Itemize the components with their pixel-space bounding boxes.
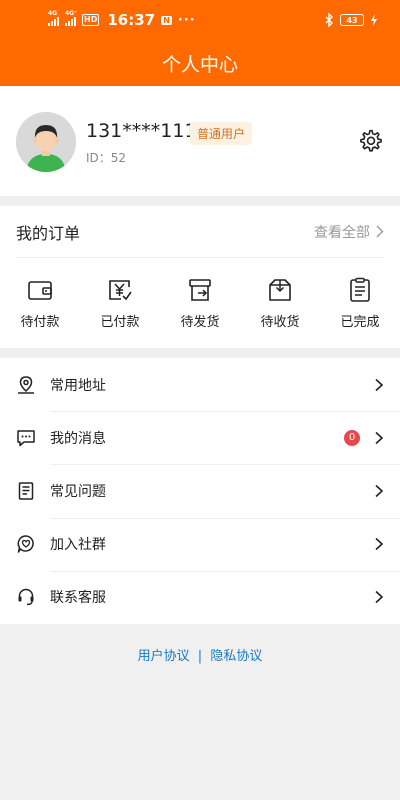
- bluetooth-icon: [325, 13, 333, 27]
- user-level-badge: 普通用户: [190, 122, 253, 145]
- menu-item-faq[interactable]: 常见问题: [0, 464, 400, 517]
- ship-box-icon: [189, 278, 211, 301]
- settings-gear-icon[interactable]: [358, 128, 384, 154]
- status-time: 16:37: [107, 11, 156, 29]
- completed-doc-icon: [350, 277, 370, 302]
- faq-doc-icon: [18, 482, 34, 500]
- charging-icon: [371, 14, 377, 26]
- menu-item-community[interactable]: 加入社群: [0, 517, 400, 571]
- order-awaiting-receipt[interactable]: 待收货: [240, 258, 320, 348]
- order-awaiting-shipment[interactable]: 待发货: [160, 258, 240, 348]
- battery-icon: 43: [340, 14, 364, 26]
- more-notifications-icon: ···: [177, 12, 196, 28]
- signal-icon-1: 4G: [48, 10, 59, 26]
- chevron-right-icon: [375, 538, 384, 551]
- order-completed[interactable]: 已完成: [320, 258, 400, 348]
- receive-box-icon: [269, 278, 291, 301]
- wallet-icon: [28, 280, 52, 300]
- page-title: 个人中心: [161, 53, 238, 76]
- chevron-right-icon: [375, 378, 384, 391]
- paid-yen-icon: [109, 279, 132, 300]
- community-icon: [17, 535, 34, 553]
- nfc-icon: N: [161, 15, 172, 25]
- status-bar: 4G 4G⁺ HD 16:37 N ··· 43: [0, 0, 400, 40]
- menu-item-messages[interactable]: 我的消息 0: [0, 411, 400, 464]
- location-icon: [18, 375, 34, 394]
- menu-list: 常用地址 我的消息 0 常见问题 加入社群 联系客服: [0, 358, 400, 624]
- order-paid[interactable]: 已付款: [80, 258, 160, 348]
- hd-icon: HD: [82, 14, 100, 26]
- privacy-policy-link[interactable]: 隐私协议: [210, 649, 262, 664]
- chevron-right-icon: [375, 431, 384, 444]
- top-header: 4G 4G⁺ HD 16:37 N ··· 43 个人中心: [0, 0, 400, 86]
- message-icon: [17, 430, 35, 447]
- user-id: ID：52: [86, 151, 127, 165]
- orders-section: 我的订单 查看全部 待付款 已付款 待发货 待收货 已完成: [0, 206, 400, 348]
- view-all-orders-link[interactable]: 查看全部: [314, 222, 384, 242]
- chevron-right-icon: [375, 484, 384, 498]
- footer-links: 用户协议 | 隐私协议: [0, 645, 400, 664]
- link-separator: |: [197, 649, 203, 664]
- signal-icon-2: 4G⁺: [65, 10, 77, 26]
- user-agreement-link[interactable]: 用户协议: [138, 649, 190, 664]
- avatar-illustration: [16, 112, 76, 172]
- avatar[interactable]: [16, 112, 76, 172]
- orders-title: 我的订单: [16, 223, 81, 243]
- menu-item-address[interactable]: 常用地址: [0, 358, 400, 411]
- chevron-right-icon: [376, 225, 384, 238]
- unread-count-badge: 0: [344, 429, 360, 446]
- order-pending-payment[interactable]: 待付款: [0, 258, 80, 348]
- profile-card[interactable]: 131****1111 普通用户 ID：52: [0, 86, 400, 196]
- headset-icon: [18, 589, 34, 606]
- chevron-right-icon: [375, 591, 384, 604]
- menu-item-customer-service[interactable]: 联系客服: [0, 570, 400, 624]
